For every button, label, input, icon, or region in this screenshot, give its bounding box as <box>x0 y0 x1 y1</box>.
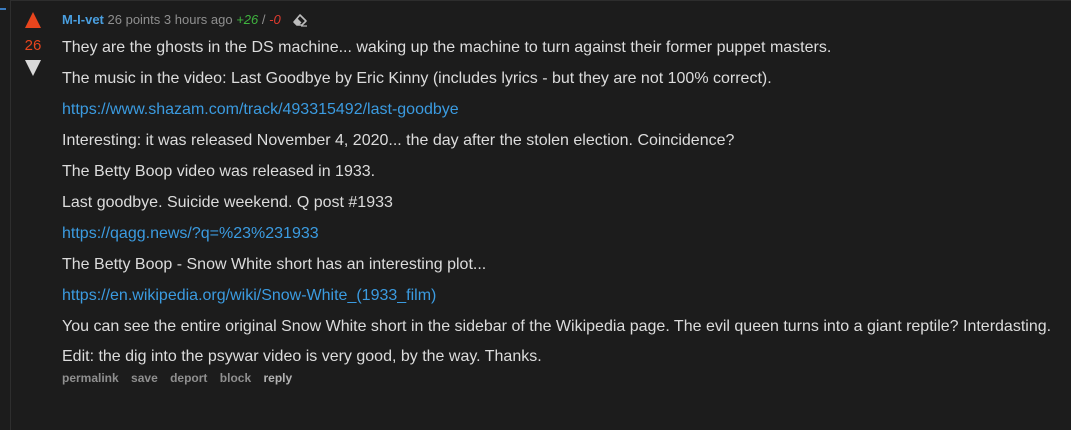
paragraph-8: Edit: the dig into the psywar video is v… <box>62 348 542 365</box>
comment-actions: permalink save deport block reply <box>62 371 1062 385</box>
author-link[interactable]: M-I-vet <box>62 12 104 27</box>
comment-tagline: M-I-vet 26 points 3 hours ago +26 / -0 <box>62 12 1062 30</box>
downvote-count: -0 <box>269 12 281 27</box>
paragraph-link-1: https://www.shazam.com/track/493315492/l… <box>62 99 1062 121</box>
shazam-link[interactable]: https://www.shazam.com/track/493315492/l… <box>62 101 459 118</box>
vote-separator: / <box>261 12 266 27</box>
left-divider <box>10 0 11 430</box>
permalink-button[interactable]: permalink <box>62 371 119 385</box>
paragraph-link-3: https://en.wikipedia.org/wiki/Snow-White… <box>62 285 1062 307</box>
block-button[interactable]: block <box>220 371 251 385</box>
thread-indicator <box>0 8 6 10</box>
wikipedia-link[interactable]: https://en.wikipedia.org/wiki/Snow-White… <box>62 287 436 304</box>
qagg-link[interactable]: https://qagg.news/?q=%23%231933 <box>62 225 319 242</box>
deport-button[interactable]: deport <box>170 371 207 385</box>
paragraph-5: Last goodbye. Suicide weekend. Q post #1… <box>62 194 393 211</box>
reply-button[interactable]: reply <box>263 371 292 385</box>
paragraph-2: The music in the video: Last Goodbye by … <box>62 70 772 87</box>
points-text: 26 points <box>107 12 161 27</box>
paragraph-3: Interesting: it was released November 4,… <box>62 132 735 149</box>
comment-body: They are the ghosts in the DS machine...… <box>62 37 1062 368</box>
paragraph-6: The Betty Boop - Snow White short has an… <box>62 256 487 273</box>
vote-column: 26 <box>20 12 46 76</box>
save-button[interactable]: save <box>131 371 158 385</box>
upvote-count: +26 <box>236 12 259 27</box>
paragraph-link-2: https://qagg.news/?q=%23%231933 <box>62 223 1062 245</box>
comment: M-I-vet 26 points 3 hours ago +26 / -0 T… <box>62 12 1062 385</box>
top-divider <box>10 0 1071 1</box>
eraser-icon[interactable] <box>292 13 308 31</box>
downvote-arrow-icon[interactable] <box>25 60 41 76</box>
paragraph-7: You can see the entire original Snow Whi… <box>62 318 1052 335</box>
paragraph-4: The Betty Boop video was released in 193… <box>62 163 376 180</box>
comment-frame: 26 M-I-vet 26 points 3 hours ago +26 / -… <box>0 0 1071 430</box>
paragraph-1: They are the ghosts in the DS machine...… <box>62 39 832 56</box>
timestamp: 3 hours ago <box>163 12 233 27</box>
comment-score: 26 <box>24 37 42 54</box>
upvote-arrow-icon[interactable] <box>25 12 41 28</box>
